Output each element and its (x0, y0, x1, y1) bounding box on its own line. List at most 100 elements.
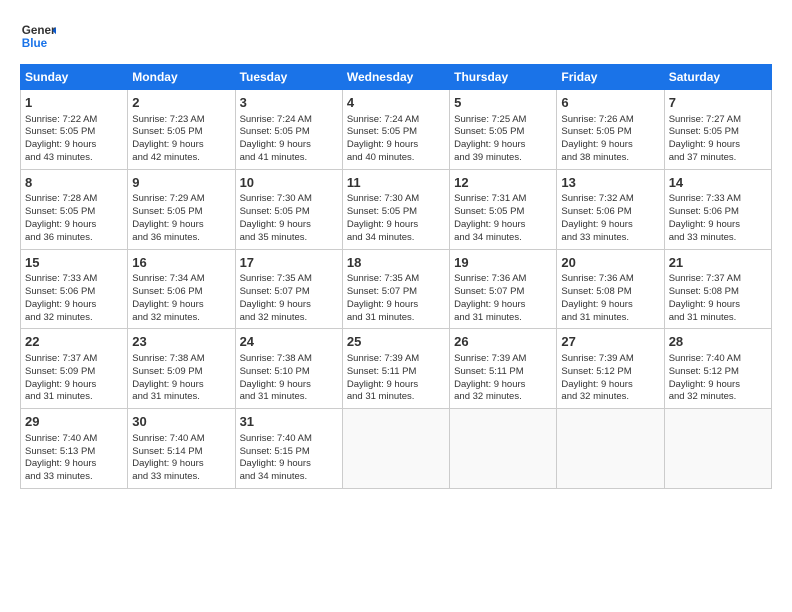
day-info: Sunrise: 7:40 AM Sunset: 5:13 PM Dayligh… (25, 433, 123, 484)
weekday-header-monday: Monday (128, 65, 235, 90)
day-info: Sunrise: 7:36 AM Sunset: 5:08 PM Dayligh… (561, 273, 659, 324)
weekday-header-friday: Friday (557, 65, 664, 90)
calendar-cell: 24 Sunrise: 7:38 AM Sunset: 5:10 PM Dayli… (235, 329, 342, 409)
day-number: 18 (347, 254, 445, 272)
calendar-cell: 1 Sunrise: 7:22 AM Sunset: 5:05 PM Daylig… (21, 90, 128, 170)
day-info: Sunrise: 7:27 AM Sunset: 5:05 PM Dayligh… (669, 114, 767, 165)
day-info: Sunrise: 7:24 AM Sunset: 5:05 PM Dayligh… (347, 114, 445, 165)
day-info: Sunrise: 7:29 AM Sunset: 5:05 PM Dayligh… (132, 193, 230, 244)
calendar-cell (342, 409, 449, 489)
day-info: Sunrise: 7:32 AM Sunset: 5:06 PM Dayligh… (561, 193, 659, 244)
day-number: 6 (561, 94, 659, 112)
day-number: 11 (347, 174, 445, 192)
day-info: Sunrise: 7:33 AM Sunset: 5:06 PM Dayligh… (25, 273, 123, 324)
calendar-cell: 11Sunrise: 7:30 AM Sunset: 5:05 PM Dayli… (342, 169, 449, 249)
day-info: Sunrise: 7:34 AM Sunset: 5:06 PM Dayligh… (132, 273, 230, 324)
day-number: 4 (347, 94, 445, 112)
day-info: Sunrise: 7:35 AM Sunset: 5:07 PM Dayligh… (347, 273, 445, 324)
day-info: Sunrise: 7:38 AM Sunset: 5:10 PM Dayligh… (240, 353, 338, 404)
calendar-cell: 18Sunrise: 7:35 AM Sunset: 5:07 PM Dayli… (342, 249, 449, 329)
weekday-header-row: SundayMondayTuesdayWednesdayThursdayFrid… (21, 65, 772, 90)
day-info: Sunrise: 7:40 AM Sunset: 5:15 PM Dayligh… (240, 433, 338, 484)
day-number: 31 (240, 413, 338, 431)
day-info: Sunrise: 7:40 AM Sunset: 5:14 PM Dayligh… (132, 433, 230, 484)
day-info: Sunrise: 7:30 AM Sunset: 5:05 PM Dayligh… (240, 193, 338, 244)
day-info: Sunrise: 7:37 AM Sunset: 5:08 PM Dayligh… (669, 273, 767, 324)
calendar-cell: 28 Sunrise: 7:40 AM Sunset: 5:12 PM Dayli… (664, 329, 771, 409)
day-info: Sunrise: 7:33 AM Sunset: 5:06 PM Dayligh… (669, 193, 767, 244)
day-number: 30 (132, 413, 230, 431)
calendar-cell: 4 Sunrise: 7:24 AM Sunset: 5:05 PM Daylig… (342, 90, 449, 170)
weekday-header-wednesday: Wednesday (342, 65, 449, 90)
day-info: Sunrise: 7:30 AM Sunset: 5:05 PM Dayligh… (347, 193, 445, 244)
calendar-week-5: 29 Sunrise: 7:40 AM Sunset: 5:13 PM Dayli… (21, 409, 772, 489)
calendar-cell: 2 Sunrise: 7:23 AM Sunset: 5:05 PM Daylig… (128, 90, 235, 170)
day-number: 24 (240, 333, 338, 351)
day-number: 2 (132, 94, 230, 112)
day-number: 22 (25, 333, 123, 351)
day-number: 7 (669, 94, 767, 112)
calendar-cell: 13Sunrise: 7:32 AM Sunset: 5:06 PM Dayli… (557, 169, 664, 249)
day-number: 21 (669, 254, 767, 272)
calendar-cell: 7 Sunrise: 7:27 AM Sunset: 5:05 PM Daylig… (664, 90, 771, 170)
weekday-header-sunday: Sunday (21, 65, 128, 90)
day-number: 12 (454, 174, 552, 192)
calendar-cell: 21Sunrise: 7:37 AM Sunset: 5:08 PM Dayli… (664, 249, 771, 329)
calendar-cell: 20Sunrise: 7:36 AM Sunset: 5:08 PM Dayli… (557, 249, 664, 329)
day-info: Sunrise: 7:39 AM Sunset: 5:12 PM Dayligh… (561, 353, 659, 404)
calendar-week-2: 8Sunrise: 7:28 AM Sunset: 5:05 PM Daylig… (21, 169, 772, 249)
calendar-cell: 14Sunrise: 7:33 AM Sunset: 5:06 PM Dayli… (664, 169, 771, 249)
svg-text:General: General (22, 24, 56, 37)
day-info: Sunrise: 7:37 AM Sunset: 5:09 PM Dayligh… (25, 353, 123, 404)
calendar-week-3: 15Sunrise: 7:33 AM Sunset: 5:06 PM Dayli… (21, 249, 772, 329)
day-info: Sunrise: 7:28 AM Sunset: 5:05 PM Dayligh… (25, 193, 123, 244)
calendar-cell: 26Sunrise: 7:39 AM Sunset: 5:11 PM Dayli… (450, 329, 557, 409)
day-info: Sunrise: 7:40 AM Sunset: 5:12 PM Dayligh… (669, 353, 767, 404)
day-info: Sunrise: 7:36 AM Sunset: 5:07 PM Dayligh… (454, 273, 552, 324)
weekday-header-saturday: Saturday (664, 65, 771, 90)
weekday-header-thursday: Thursday (450, 65, 557, 90)
day-number: 19 (454, 254, 552, 272)
day-number: 10 (240, 174, 338, 192)
day-info: Sunrise: 7:26 AM Sunset: 5:05 PM Dayligh… (561, 114, 659, 165)
day-number: 8 (25, 174, 123, 192)
day-number: 28 (669, 333, 767, 351)
calendar-week-4: 22 Sunrise: 7:37 AM Sunset: 5:09 PM Dayli… (21, 329, 772, 409)
day-number: 17 (240, 254, 338, 272)
day-number: 27 (561, 333, 659, 351)
calendar-week-1: 1 Sunrise: 7:22 AM Sunset: 5:05 PM Daylig… (21, 90, 772, 170)
calendar-cell: 27 Sunrise: 7:39 AM Sunset: 5:12 PM Dayli… (557, 329, 664, 409)
day-number: 23 (132, 333, 230, 351)
day-info: Sunrise: 7:24 AM Sunset: 5:05 PM Dayligh… (240, 114, 338, 165)
day-number: 13 (561, 174, 659, 192)
calendar-cell: 6 Sunrise: 7:26 AM Sunset: 5:05 PM Daylig… (557, 90, 664, 170)
weekday-header-tuesday: Tuesday (235, 65, 342, 90)
day-number: 5 (454, 94, 552, 112)
day-number: 15 (25, 254, 123, 272)
day-info: Sunrise: 7:35 AM Sunset: 5:07 PM Dayligh… (240, 273, 338, 324)
calendar-cell: 29 Sunrise: 7:40 AM Sunset: 5:13 PM Dayli… (21, 409, 128, 489)
calendar-cell: 22 Sunrise: 7:37 AM Sunset: 5:09 PM Dayli… (21, 329, 128, 409)
calendar-cell: 5 Sunrise: 7:25 AM Sunset: 5:05 PM Daylig… (450, 90, 557, 170)
day-info: Sunrise: 7:22 AM Sunset: 5:05 PM Dayligh… (25, 114, 123, 165)
calendar-cell (557, 409, 664, 489)
day-info: Sunrise: 7:23 AM Sunset: 5:05 PM Dayligh… (132, 114, 230, 165)
calendar-cell (664, 409, 771, 489)
day-info: Sunrise: 7:31 AM Sunset: 5:05 PM Dayligh… (454, 193, 552, 244)
calendar-cell (450, 409, 557, 489)
day-info: Sunrise: 7:25 AM Sunset: 5:05 PM Dayligh… (454, 114, 552, 165)
calendar-cell: 30 Sunrise: 7:40 AM Sunset: 5:14 PM Dayli… (128, 409, 235, 489)
day-number: 29 (25, 413, 123, 431)
calendar-cell: 19Sunrise: 7:36 AM Sunset: 5:07 PM Dayli… (450, 249, 557, 329)
calendar-cell: 3Sunrise: 7:24 AM Sunset: 5:05 PM Daylig… (235, 90, 342, 170)
day-number: 14 (669, 174, 767, 192)
logo-icon: General Blue (20, 18, 56, 54)
day-number: 1 (25, 94, 123, 112)
day-info: Sunrise: 7:39 AM Sunset: 5:11 PM Dayligh… (454, 353, 552, 404)
calendar-cell: 16Sunrise: 7:34 AM Sunset: 5:06 PM Dayli… (128, 249, 235, 329)
day-info: Sunrise: 7:38 AM Sunset: 5:09 PM Dayligh… (132, 353, 230, 404)
calendar-cell: 9Sunrise: 7:29 AM Sunset: 5:05 PM Daylig… (128, 169, 235, 249)
calendar-cell: 23 Sunrise: 7:38 AM Sunset: 5:09 PM Dayli… (128, 329, 235, 409)
svg-text:Blue: Blue (22, 37, 48, 50)
day-number: 20 (561, 254, 659, 272)
